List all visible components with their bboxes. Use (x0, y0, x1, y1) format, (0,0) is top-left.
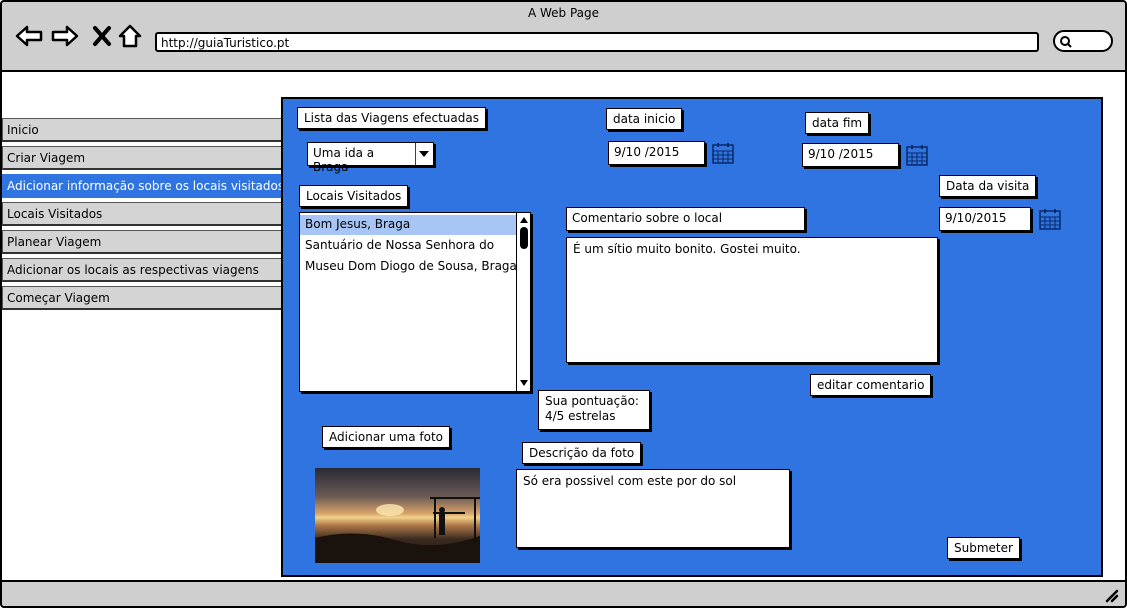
photo-silhouette (315, 497, 480, 563)
end-date-field[interactable]: 9/10 /2015 (802, 143, 899, 167)
back-arrow-icon[interactable] (14, 22, 44, 50)
rating-value: 4/5 estrelas (545, 409, 616, 423)
sunset-photo (315, 468, 480, 563)
sidebar-item-planear-viagem[interactable]: Planear Viagem (2, 230, 282, 254)
edit-comment-button[interactable]: editar comentario (810, 374, 932, 396)
sidebar-item-inicio[interactable]: Inicio (2, 118, 282, 142)
url-bar[interactable]: http://guiaTuristico.pt (155, 32, 1039, 52)
sidebar-item-adicionar-locais[interactable]: Adicionar os locais as respectivas viage… (2, 258, 282, 282)
sidebar-item-comecar-viagem[interactable]: Começar Viagem (2, 286, 282, 310)
end-date-label: data fim (805, 112, 870, 134)
window-title: A Web Page (527, 6, 600, 20)
forward-arrow-icon[interactable] (50, 22, 80, 50)
sidebar-item-adicionar-informacao[interactable]: Adicionar informação sobre os locais vis… (2, 174, 284, 198)
rating-box: Sua pontuação: 4/5 estrelas (538, 390, 650, 430)
submit-button[interactable]: Submeter (947, 537, 1020, 559)
scroll-down-icon[interactable] (518, 377, 530, 389)
start-date-field[interactable]: 9/10 /2015 (608, 141, 705, 165)
visit-date-field[interactable]: 9/10/2015 (939, 207, 1031, 231)
close-icon[interactable] (88, 22, 118, 50)
scroll-up-icon[interactable] (518, 214, 530, 226)
resize-grip-icon[interactable] (1103, 587, 1119, 603)
sidebar-item-locais-visitados[interactable]: Locais Visitados (2, 202, 282, 226)
scroll-thumb[interactable] (520, 227, 528, 249)
visited-places-list[interactable]: Bom Jesus, Braga Santuário de Nossa Senh… (299, 212, 531, 392)
trips-list-label: Lista das Viagens efectuadas (297, 107, 486, 129)
search-icon (1060, 36, 1072, 48)
sidebar-item-criar-viagem[interactable]: Criar Viagem (2, 146, 282, 170)
start-date-label: data inicio (606, 108, 683, 130)
add-photo-button[interactable]: Adicionar uma foto (322, 426, 451, 448)
calendar-icon[interactable] (905, 143, 929, 167)
chevron-down-icon[interactable] (415, 143, 433, 165)
photo-description-label: Descrição da foto (522, 442, 642, 464)
status-bar (2, 580, 1125, 606)
calendar-icon[interactable] (711, 141, 735, 165)
trip-select[interactable]: Uma ida a Braga (307, 142, 434, 174)
visit-date-label: Data da visita (939, 175, 1037, 197)
visited-places-label: Locais Visitados (299, 185, 409, 207)
comment-textarea[interactable]: É um sítio muito bonito. Gostei muito. (566, 237, 938, 363)
rating-label: Sua pontuação: (545, 394, 639, 408)
list-item[interactable]: Bom Jesus, Braga (300, 215, 516, 235)
browser-search-field[interactable] (1053, 30, 1113, 52)
list-scrollbar[interactable] (516, 213, 530, 391)
comment-title-field[interactable]: Comentario sobre o local (566, 207, 805, 231)
photo-description-textarea[interactable]: Só era possivel com este por do sol (516, 469, 790, 548)
calendar-icon[interactable] (1038, 207, 1062, 231)
list-item[interactable]: Museu Dom Diogo de Sousa, Braga (300, 257, 516, 277)
home-icon[interactable] (116, 22, 146, 50)
list-item[interactable]: Santuário de Nossa Senhora do (300, 236, 516, 256)
